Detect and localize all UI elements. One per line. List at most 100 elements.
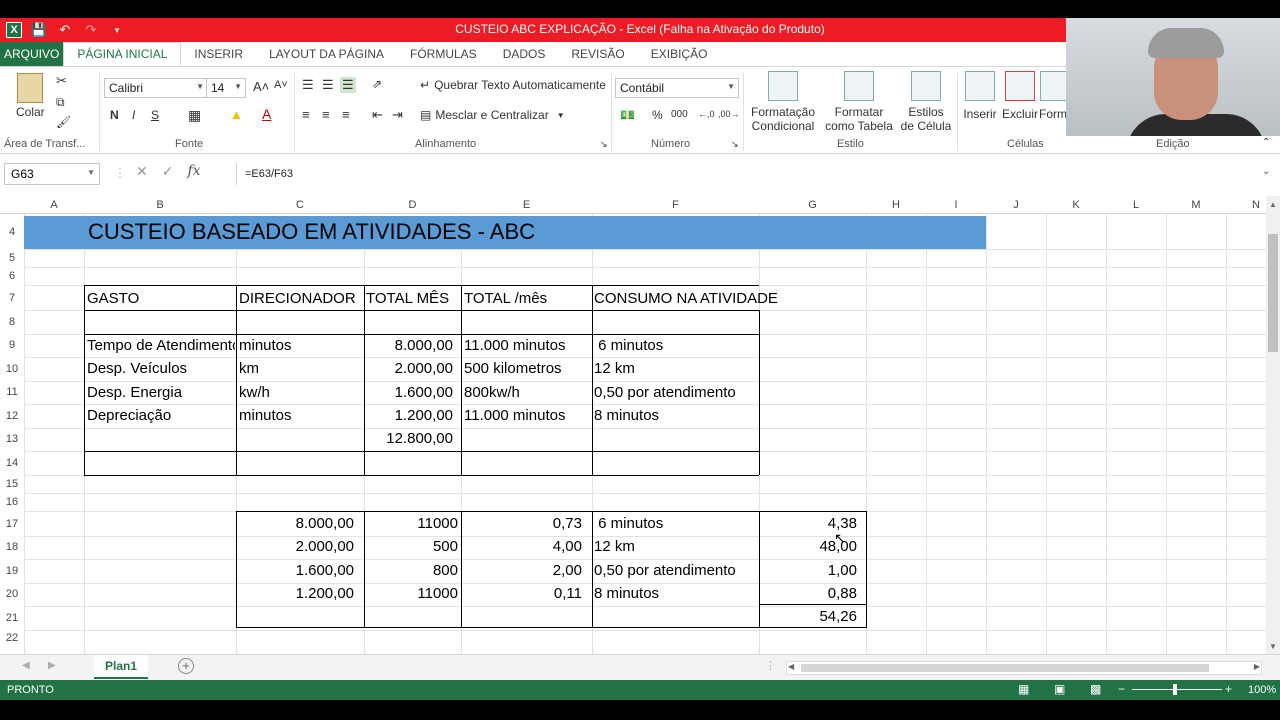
- table-cell[interactable]: 500: [366, 536, 458, 558]
- column-header[interactable]: I: [926, 196, 986, 214]
- cell-styles-button[interactable]: Estilos de Célula: [900, 71, 952, 133]
- delete-cells-button[interactable]: Excluir: [1002, 71, 1038, 123]
- row-header[interactable]: 22: [0, 632, 24, 644]
- table-cell[interactable]: 0,73: [464, 513, 582, 535]
- increase-indent-icon[interactable]: ⇥: [392, 107, 403, 123]
- table-cell[interactable]: 2.000,00: [238, 536, 354, 558]
- scroll-left-icon[interactable]: ◀: [788, 662, 794, 671]
- align-middle-icon[interactable]: ☰: [322, 77, 334, 93]
- column-header[interactable]: H: [866, 196, 926, 214]
- row-header[interactable]: 19: [0, 565, 24, 577]
- percent-button[interactable]: %: [652, 108, 663, 122]
- format-cells-button[interactable]: Form: [1040, 71, 1066, 123]
- grow-font-icon[interactable]: A˄: [253, 79, 269, 94]
- enter-icon[interactable]: ✓: [162, 163, 174, 180]
- page-break-view-icon[interactable]: ▩: [1090, 682, 1101, 696]
- insert-function-icon[interactable]: fx: [187, 163, 200, 180]
- column-header[interactable]: B: [84, 196, 236, 214]
- cancel-icon[interactable]: ✕: [136, 163, 148, 180]
- align-center-icon[interactable]: ≡: [322, 107, 330, 122]
- name-box[interactable]: G63 ▼: [4, 163, 100, 185]
- table2-total-cell[interactable]: 54,26: [761, 606, 857, 628]
- copy-icon[interactable]: ⧉: [56, 95, 65, 110]
- row-header[interactable]: 15: [0, 478, 24, 490]
- split-grip-icon[interactable]: ⋮: [765, 659, 776, 672]
- sheet-tab[interactable]: Plan1: [94, 655, 148, 679]
- table-cell[interactable]: 0,11: [464, 583, 582, 605]
- table-cell[interactable]: 1.600,00: [366, 382, 453, 404]
- zoom-level[interactable]: 100%: [1248, 684, 1276, 696]
- table-cell[interactable]: minutos: [239, 405, 363, 427]
- tab-review[interactable]: REVISÃO: [558, 42, 637, 66]
- tab-view[interactable]: EXIBIÇÃO: [638, 42, 721, 66]
- table-header[interactable]: GASTO: [87, 288, 235, 310]
- borders-icon[interactable]: ▦: [188, 107, 201, 124]
- row-header[interactable]: 5: [0, 252, 24, 264]
- table-header[interactable]: DIRECIONADOR: [239, 288, 363, 310]
- row-header[interactable]: 17: [0, 518, 24, 530]
- page-layout-view-icon[interactable]: ▣: [1054, 682, 1065, 696]
- orientation-icon[interactable]: ⇗: [372, 77, 382, 91]
- redo-icon[interactable]: ↷: [82, 21, 100, 39]
- next-sheet-icon[interactable]: ▶: [48, 660, 56, 671]
- table-cell[interactable]: 8.000,00: [366, 335, 453, 357]
- tab-insert[interactable]: INSERIR: [181, 42, 256, 66]
- table-cell[interactable]: 0,50 por atendimento: [594, 382, 758, 404]
- table-cell[interactable]: 8 minutos: [594, 583, 758, 605]
- row-header[interactable]: 20: [0, 588, 24, 600]
- column-header[interactable]: N: [1226, 196, 1266, 214]
- row-header[interactable]: 8: [0, 316, 24, 328]
- row-header[interactable]: 10: [0, 363, 24, 375]
- paste-button[interactable]: Colar: [16, 73, 45, 119]
- column-header[interactable]: M: [1166, 196, 1226, 214]
- table-cell[interactable]: 1,00: [761, 560, 857, 582]
- column-header[interactable]: C: [236, 196, 364, 214]
- table-cell[interactable]: 11000: [366, 513, 458, 535]
- tab-data[interactable]: DADOS: [490, 42, 559, 66]
- table-cell[interactable]: 8 minutos: [594, 405, 758, 427]
- horizontal-scrollbar[interactable]: ◀ ▶: [786, 661, 1262, 675]
- tab-page-layout[interactable]: LAYOUT DA PÁGINA: [256, 42, 397, 66]
- row-header[interactable]: 7: [0, 292, 24, 304]
- tab-file[interactable]: ARQUIVO: [0, 42, 64, 66]
- row-header[interactable]: 13: [0, 433, 24, 445]
- column-header[interactable]: A: [24, 196, 84, 214]
- table-cell[interactable]: 800: [366, 560, 458, 582]
- table-cell[interactable]: 11.000 minutos: [464, 405, 591, 427]
- row-header[interactable]: 21: [0, 612, 24, 624]
- zoom-slider-thumb[interactable]: [1173, 684, 1177, 695]
- underline-button[interactable]: S: [151, 108, 159, 122]
- thousands-button[interactable]: 000: [671, 109, 688, 120]
- horizontal-scroll-thumb[interactable]: [801, 664, 1209, 672]
- bold-button[interactable]: N: [110, 108, 119, 122]
- table-cell[interactable]: 11000: [366, 583, 458, 605]
- currency-icon[interactable]: 💵: [620, 108, 635, 122]
- table-cell[interactable]: kw/h: [239, 382, 363, 404]
- align-bottom-icon[interactable]: ☰: [340, 77, 356, 93]
- zoom-in-icon[interactable]: +: [1225, 682, 1232, 696]
- column-header[interactable]: F: [592, 196, 759, 214]
- worksheet-grid[interactable]: A B C D E F G H I J K L M N 4 5 6 7 8 9 …: [0, 196, 1266, 654]
- dialog-launcher-icon[interactable]: ↘: [731, 139, 739, 150]
- decrease-decimal-icon[interactable]: ,00→: [718, 109, 740, 119]
- table-cell[interactable]: 1.600,00: [238, 560, 354, 582]
- vertical-scroll-thumb[interactable]: [1268, 234, 1278, 352]
- table-cell[interactable]: Desp. Veículos: [87, 358, 235, 380]
- format-as-table-button[interactable]: Formatar como Tabela: [820, 71, 898, 133]
- column-header[interactable]: E: [461, 196, 592, 214]
- vertical-scrollbar[interactable]: ▲ ▼: [1266, 196, 1280, 654]
- undo-icon[interactable]: ↶: [56, 21, 74, 39]
- fill-color-icon[interactable]: ▲: [230, 107, 243, 122]
- merge-center-button[interactable]: ▤ Mesclar e Centralizar ▼: [420, 108, 565, 122]
- column-header[interactable]: G: [759, 196, 866, 214]
- table-cell[interactable]: minutos: [239, 335, 363, 357]
- table-cell[interactable]: Depreciação: [87, 405, 235, 427]
- table-cell[interactable]: 500 kilometros: [464, 358, 591, 380]
- shrink-font-icon[interactable]: A˅: [274, 79, 288, 91]
- customize-qat-icon[interactable]: ▾: [108, 21, 126, 39]
- column-header[interactable]: K: [1046, 196, 1106, 214]
- table-header[interactable]: CONSUMO NA ATIVIDADE: [594, 288, 794, 310]
- scroll-down-icon[interactable]: ▼: [1269, 642, 1277, 651]
- font-name-select[interactable]: Calibri ▼: [104, 78, 208, 98]
- save-icon[interactable]: 💾: [30, 21, 48, 39]
